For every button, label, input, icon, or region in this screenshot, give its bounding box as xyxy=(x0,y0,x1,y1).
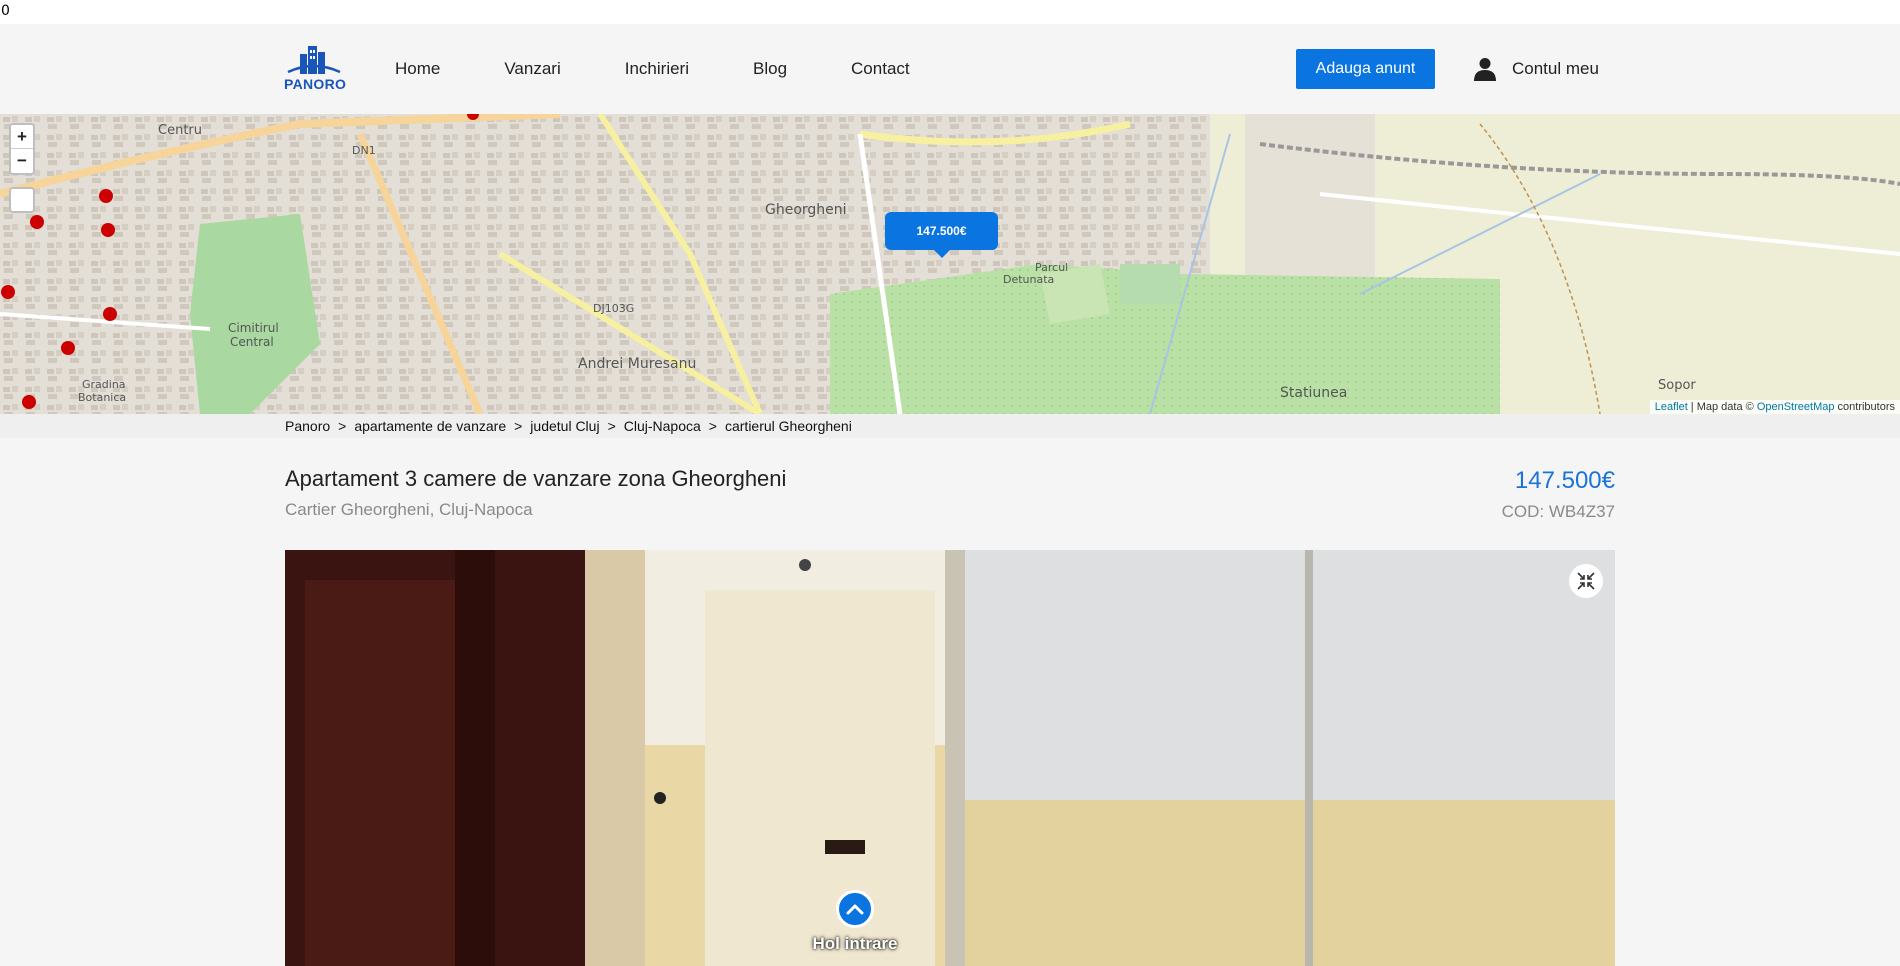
osm-link[interactable]: OpenStreetMap xyxy=(1757,401,1835,413)
panoro-logo[interactable]: PANORO xyxy=(284,44,347,96)
layers-button[interactable] xyxy=(9,187,35,213)
leaflet-link[interactable]: Leaflet xyxy=(1655,401,1688,413)
breadcrumb-oras[interactable]: Cluj-Napoca xyxy=(624,418,701,434)
listing-price: 147.500€ xyxy=(1514,467,1615,494)
collapse-arrows-icon xyxy=(1577,572,1595,590)
svg-text:Cimitirul: Cimitirul xyxy=(228,321,279,335)
zoom-in-button[interactable]: + xyxy=(11,125,33,149)
breadcrumb-separator: > xyxy=(514,418,523,434)
svg-text:Statiunea: Statiunea xyxy=(1280,385,1347,401)
listing-title: Apartament 3 camere de vanzare zona Gheo… xyxy=(285,466,787,491)
main-nav: Home Vanzari Inchirieri Blog Contact xyxy=(395,24,974,114)
panorama-viewer[interactable]: Hol intrare xyxy=(285,550,1615,966)
zoom-control: + − xyxy=(9,123,35,175)
add-listing-button[interactable]: Adauga anunt xyxy=(1296,49,1435,89)
svg-text:Botanica: Botanica xyxy=(78,391,126,404)
breadcrumb-apartamente[interactable]: apartamente de vanzare xyxy=(354,418,506,434)
nav-vanzari[interactable]: Vanzari xyxy=(504,59,560,79)
listing-location: Cartier Gheorgheni, Cluj-Napoca xyxy=(285,500,533,519)
breadcrumb-cartier[interactable]: cartierul Gheorgheni xyxy=(725,418,852,434)
logo-text: PANORO xyxy=(284,76,347,92)
nav-blog[interactable]: Blog xyxy=(753,59,787,79)
svg-text:Central: Central xyxy=(230,335,274,349)
breadcrumb-judet[interactable]: judetul Cluj xyxy=(530,418,599,434)
svg-text:DN1: DN1 xyxy=(352,144,376,157)
account-menu[interactable]: Contul meu xyxy=(1474,24,1599,114)
attribution-suffix: contributors xyxy=(1834,401,1895,413)
collapse-button[interactable] xyxy=(1569,564,1603,598)
breadcrumb-separator: > xyxy=(338,418,347,434)
breadcrumb: Panoro > apartamente de vanzare > judetul … xyxy=(0,414,1900,438)
hotspot-circle[interactable] xyxy=(836,890,874,928)
hotspot-label: Hol intrare xyxy=(812,934,898,953)
chevron-up-icon xyxy=(846,904,864,915)
nav-home[interactable]: Home xyxy=(395,59,440,79)
nav-contact[interactable]: Contact xyxy=(851,59,910,79)
map-price-marker[interactable]: 147.500€ xyxy=(885,212,998,258)
breadcrumb-separator: > xyxy=(607,418,616,434)
top-strip: 0 xyxy=(0,0,1900,24)
svg-text:Gradina: Gradina xyxy=(82,378,126,391)
panorama-hotspot[interactable]: Hol intrare xyxy=(812,890,898,954)
map-attribution: Leaflet | Map data © OpenStreetMap contr… xyxy=(1649,400,1900,414)
site-header: PANORO Home Vanzari Inchirieri Blog Cont… xyxy=(0,24,1900,114)
user-icon xyxy=(1474,58,1496,81)
svg-text:Gheorgheni: Gheorgheni xyxy=(765,202,847,218)
svg-text:Sopor: Sopor xyxy=(1658,378,1696,393)
nav-inchirieri[interactable]: Inchirieri xyxy=(625,59,689,79)
svg-text:Centru: Centru xyxy=(158,123,202,138)
top-strip-text: 0 xyxy=(1,3,10,19)
panorama-image xyxy=(285,550,1615,966)
breadcrumb-separator: > xyxy=(708,418,717,434)
map-tiles: Centru Gheorgheni Andrei Muresanu Cimiti… xyxy=(0,114,1900,414)
account-label: Contul meu xyxy=(1512,59,1599,78)
breadcrumb-panoro[interactable]: Panoro xyxy=(285,418,330,434)
svg-text:Detunata: Detunata xyxy=(1003,273,1054,286)
attribution-text: | Map data © xyxy=(1687,401,1757,413)
buildings-logo-icon xyxy=(287,46,341,74)
svg-text:Andrei Muresanu: Andrei Muresanu xyxy=(578,356,696,372)
map[interactable]: Centru Gheorgheni Andrei Muresanu Cimiti… xyxy=(0,114,1900,414)
zoom-out-button[interactable]: − xyxy=(11,149,33,173)
listing-code: COD: WB4Z37 xyxy=(1501,502,1615,521)
svg-text:DJ103G: DJ103G xyxy=(593,302,634,315)
